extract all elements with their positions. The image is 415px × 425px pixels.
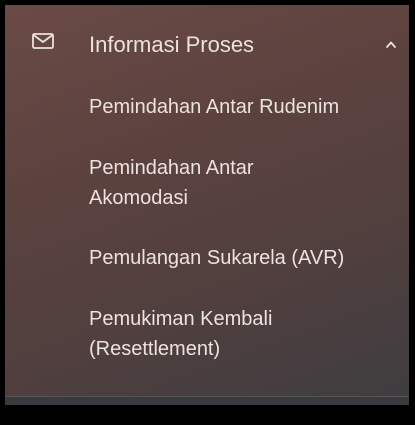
submenu-item-pemulangan-sukarela[interactable]: Pemulangan Sukarela (AVR) [89,243,344,273]
chevron-up-icon[interactable] [386,41,396,48]
menu-section-label: Informasi Proses [89,32,255,57]
mail-icon [32,33,54,49]
submenu-item-pemindahan-antar-rudenim[interactable]: Pemindahan Antar Rudenim [89,92,339,122]
submenu-item-pemindahan-antar-akomodasi[interactable]: Pemindahan Antar Akomodasi [89,153,329,213]
submenu-item-pemukiman-kembali[interactable]: Pemukiman Kembali (Resettlement) [89,304,329,364]
screenshot-frame: Informasi Proses Pemindahan Antar Rudeni… [0,0,415,425]
sidebar-menu-panel: Informasi Proses Pemindahan Antar Rudeni… [5,5,409,405]
menu-section-informasi-proses[interactable]: Informasi Proses [5,5,409,83]
